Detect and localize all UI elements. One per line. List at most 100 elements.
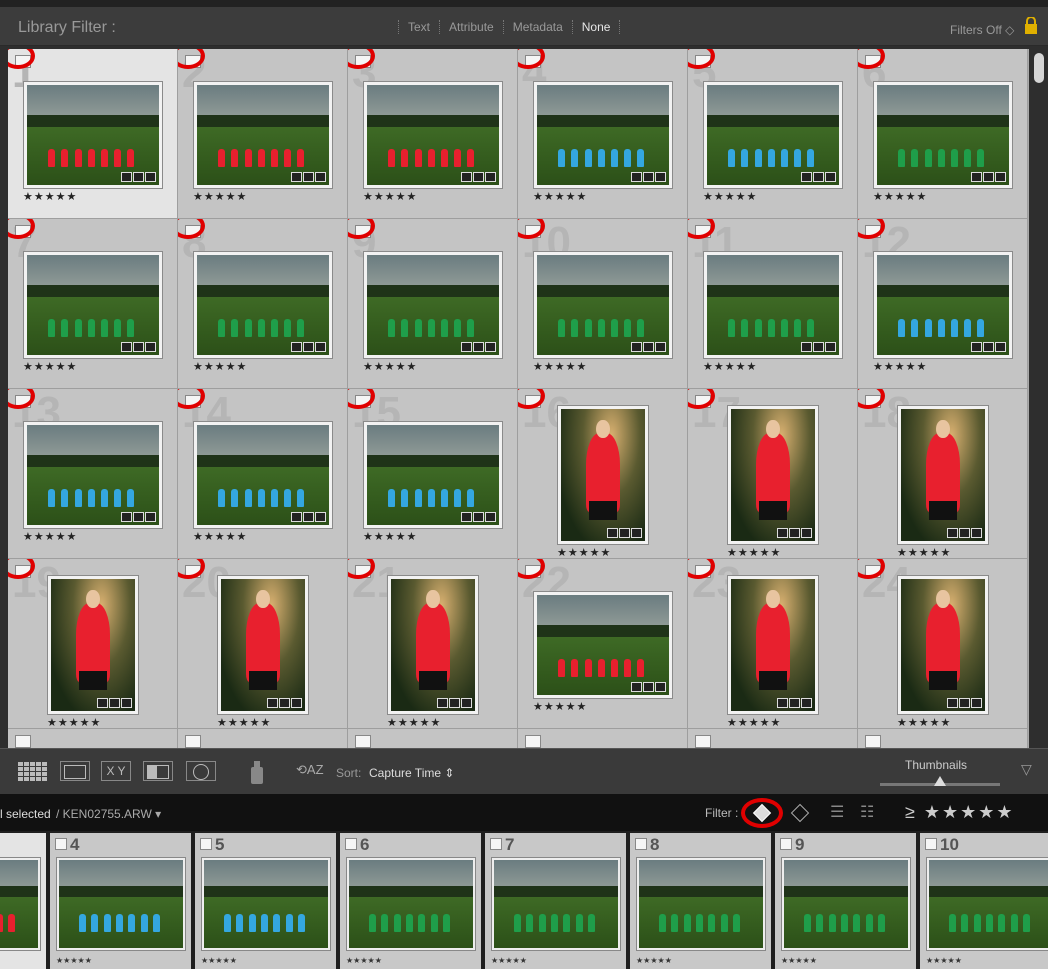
star-rating[interactable]: ★★★★★ [193, 190, 247, 203]
develop-badge-icon[interactable] [315, 342, 326, 352]
grid-cell[interactable]: 16 ★★★★★ [518, 389, 688, 559]
filmstrip-thumbnail[interactable] [201, 857, 331, 951]
develop-badge-icon[interactable] [825, 172, 836, 182]
unflagged-filter-icon[interactable] [790, 803, 810, 823]
develop-badge-icon[interactable] [485, 172, 496, 182]
collection-badge-icon[interactable] [121, 172, 132, 182]
thumbnail-frame[interactable] [363, 421, 503, 529]
thumbnail-frame[interactable] [217, 575, 309, 715]
grid-cell[interactable]: 23 ★★★★★ [688, 559, 858, 729]
star-rating[interactable]: ★★★★★ [926, 956, 962, 965]
collection-badge-icon[interactable] [801, 172, 812, 182]
star-rating[interactable]: ★★★★★ [727, 546, 781, 558]
thumbnail-frame[interactable] [873, 81, 1013, 189]
star-rating[interactable]: ★★★★★ [217, 716, 271, 728]
collection-badge-icon[interactable] [97, 698, 108, 708]
flag-icon[interactable] [635, 838, 647, 850]
painter-spray-can-icon[interactable] [249, 759, 265, 785]
collection-badge-icon[interactable] [801, 342, 812, 352]
collection-badge-icon[interactable] [291, 512, 302, 522]
collection-badge-icon[interactable] [461, 172, 472, 182]
crop-badge-icon[interactable] [279, 698, 290, 708]
thumbnail-frame[interactable] [703, 81, 843, 189]
crop-badge-icon[interactable] [133, 342, 144, 352]
crop-badge-icon[interactable] [303, 342, 314, 352]
collection-badge-icon[interactable] [291, 172, 302, 182]
develop-badge-icon[interactable] [145, 172, 156, 182]
filmstrip-thumbnail[interactable] [636, 857, 766, 951]
grid-cell[interactable]: 4 ★★★★★ [518, 49, 688, 219]
collection-badge-icon[interactable] [631, 172, 642, 182]
grid-cell[interactable]: 10 ★★★★★ [518, 219, 688, 389]
develop-badge-icon[interactable] [655, 172, 666, 182]
vertical-scrollbar[interactable] [1030, 49, 1048, 748]
flag-icon[interactable] [55, 838, 67, 850]
grid-cell[interactable] [178, 729, 348, 748]
flag-icon[interactable] [185, 735, 201, 748]
grid-cell[interactable]: 3 ★★★★★ [348, 49, 518, 219]
star-rating[interactable]: ★★★★★ [703, 190, 757, 203]
scrollbar-thumb[interactable] [1034, 53, 1044, 83]
collection-badge-icon[interactable] [121, 342, 132, 352]
grid-cell[interactable]: 14 ★★★★★ [178, 389, 348, 559]
thumbnail-frame[interactable] [727, 405, 819, 545]
grid-cell[interactable]: 15 ★★★★★ [348, 389, 518, 559]
develop-badge-icon[interactable] [315, 512, 326, 522]
survey-view-button[interactable] [143, 761, 173, 781]
thumbnail-frame[interactable] [703, 251, 843, 359]
collection-badge-icon[interactable] [947, 698, 958, 708]
star-rating[interactable]: ★★★★★ [193, 530, 247, 543]
flag-icon[interactable] [355, 735, 371, 748]
develop-badge-icon[interactable] [485, 342, 496, 352]
filmstrip-frame[interactable]: 7 ★★★★★ [485, 833, 628, 969]
collection-badge-icon[interactable] [971, 172, 982, 182]
crop-badge-icon[interactable] [473, 342, 484, 352]
develop-badge-icon[interactable] [485, 512, 496, 522]
grid-cell[interactable]: 11 ★★★★★ [688, 219, 858, 389]
star-rating[interactable]: ★★★★★ [533, 700, 587, 713]
collection-badge-icon[interactable] [971, 342, 982, 352]
crop-badge-icon[interactable] [473, 512, 484, 522]
flag-icon[interactable] [695, 735, 711, 748]
develop-badge-icon[interactable] [801, 698, 812, 708]
develop-badge-icon[interactable] [971, 528, 982, 538]
star-rating[interactable]: ★★★★★ [897, 546, 951, 558]
star-rating[interactable]: ★★★★★ [363, 360, 417, 373]
thumbnail-frame[interactable] [533, 251, 673, 359]
rejected-filter-icon[interactable]: ☰ [830, 802, 844, 822]
thumbnail-frame[interactable] [557, 405, 649, 545]
grid-cell[interactable] [688, 729, 858, 748]
tab-none[interactable]: None [571, 20, 621, 34]
crop-badge-icon[interactable] [813, 342, 824, 352]
lock-icon[interactable] [1024, 17, 1038, 35]
thumbnail-frame[interactable] [23, 251, 163, 359]
thumbnail-frame[interactable] [47, 575, 139, 715]
grid-cell[interactable] [8, 729, 178, 748]
grid-cell[interactable]: 21 ★★★★★ [348, 559, 518, 729]
thumbnail-frame[interactable] [23, 81, 163, 189]
grid-cell[interactable]: 6 ★★★★★ [858, 49, 1028, 219]
star-rating[interactable]: ★★★★★ [557, 546, 611, 558]
star-rating[interactable]: ★★★★★ [193, 360, 247, 373]
crop-badge-icon[interactable] [109, 698, 120, 708]
thumbnail-frame[interactable] [23, 421, 163, 529]
people-view-button[interactable] [186, 761, 216, 781]
grid-cell[interactable]: 2 ★★★★★ [178, 49, 348, 219]
collection-badge-icon[interactable] [607, 528, 618, 538]
star-rating[interactable]: ★★★★★ [23, 530, 77, 543]
flag-icon[interactable] [15, 735, 31, 748]
filters-off-dropdown[interactable]: Filters Off ◇ [950, 23, 1014, 37]
tab-attribute[interactable]: Attribute [439, 20, 503, 34]
filmstrip-frame[interactable]: 4 ★★★★★ [50, 833, 193, 969]
thumbnail-frame[interactable] [873, 251, 1013, 359]
develop-badge-icon[interactable] [655, 342, 666, 352]
crop-badge-icon[interactable] [959, 698, 970, 708]
crop-badge-icon[interactable] [303, 512, 314, 522]
star-rating[interactable]: ★★★★★ [727, 716, 781, 728]
develop-badge-icon[interactable] [145, 512, 156, 522]
grid-cell[interactable]: 5 ★★★★★ [688, 49, 858, 219]
grid-cell[interactable]: 22 ★★★★★ [518, 559, 688, 729]
star-rating[interactable]: ★★★★★ [363, 190, 417, 203]
star-rating[interactable]: ★★★★★ [781, 956, 817, 965]
star-rating[interactable]: ★★★★★ [23, 190, 77, 203]
